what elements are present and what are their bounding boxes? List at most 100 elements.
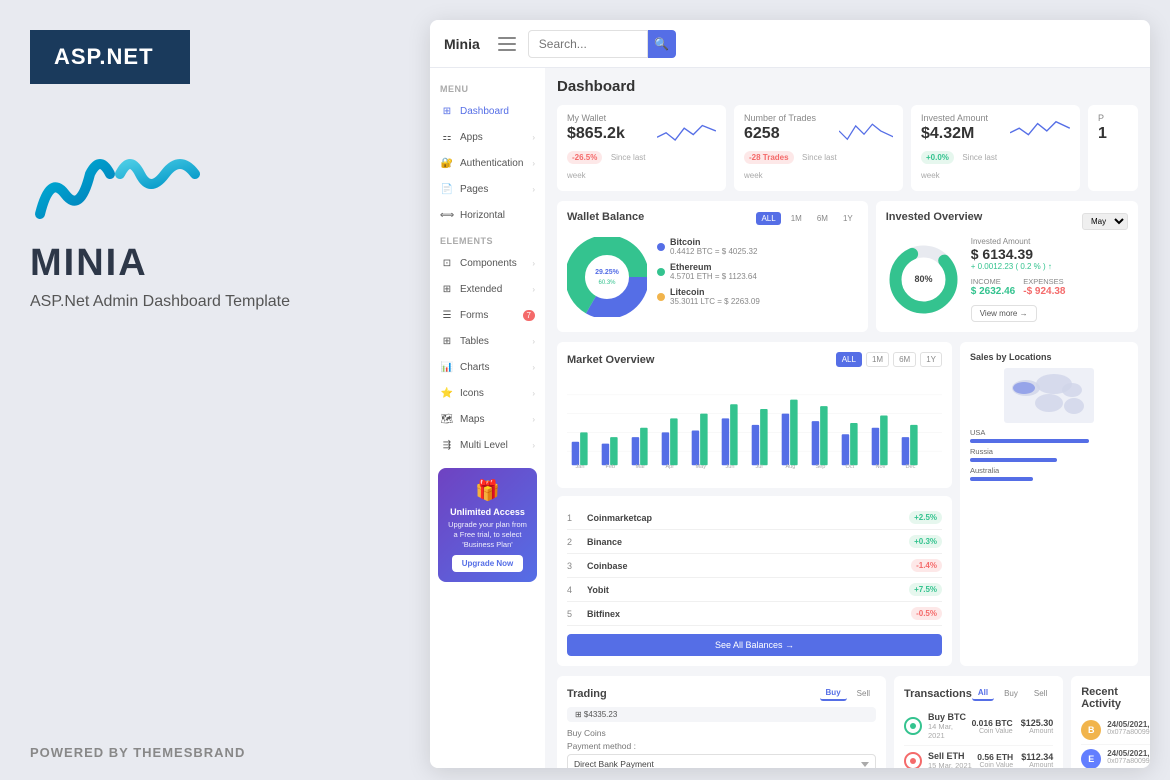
sidebar-item-components[interactable]: ⊡ Components › <box>430 250 545 276</box>
menu-label: Menu <box>430 76 545 98</box>
wallet-balance-title: Wallet Balance <box>567 211 756 223</box>
tx-usd-amounts: $112.34 Amount <box>1021 752 1053 768</box>
sales-location-title: Sales by Locations <box>970 352 1128 362</box>
ethereum-dot <box>657 268 665 276</box>
tx-tab-buy[interactable]: Buy <box>998 686 1024 701</box>
tx-usd: $112.34 <box>1021 752 1053 762</box>
svg-text:Feb: Feb <box>605 464 615 470</box>
maps-label: Maps <box>460 414 532 425</box>
apps-arrow: › <box>532 133 535 142</box>
sidebar-item-extended[interactable]: ⊞ Extended › <box>430 276 545 302</box>
tab-6m[interactable]: 6M <box>812 212 833 225</box>
tab-buy[interactable]: Buy <box>820 686 847 701</box>
tx-usd: $125.30 <box>1021 718 1054 728</box>
location-list: USA Russia Australia <box>970 428 1128 481</box>
date-badge: ⊞ $4335.23 <box>567 707 876 722</box>
svg-text:Oct: Oct <box>845 464 854 470</box>
multilevel-arrow: › <box>532 441 535 450</box>
sidebar-item-dashboard[interactable]: ⊞ Dashboard <box>430 98 545 124</box>
pie-chart: 29.25% 60.3% <box>567 237 647 317</box>
market-tab-1y[interactable]: 1Y <box>920 352 942 367</box>
inv-sub: + 0.0012.23 ( 0.2 % ) ↑ <box>971 262 1128 271</box>
view-more-button[interactable]: View more → <box>971 305 1037 322</box>
multilevel-icon: ⇶ <box>440 438 454 452</box>
payment-label: Payment method : <box>567 741 876 751</box>
market-name: Coinbase <box>587 561 911 571</box>
tx-info: Buy BTC 14 Mar, 2021 <box>928 712 972 740</box>
market-tab-6m[interactable]: 6M <box>893 352 916 367</box>
tab-1m[interactable]: 1M <box>786 212 807 225</box>
tx-type: Sell ETH <box>928 751 977 761</box>
multilevel-label: Multi Level <box>460 440 532 451</box>
svg-text:60.3%: 60.3% <box>598 280 616 286</box>
svg-text:Jun: Jun <box>725 464 734 470</box>
search-input[interactable] <box>528 30 648 58</box>
hamburger-menu[interactable] <box>498 37 516 51</box>
activity-info: 24/05/2021,↑ 0x077a80099e... <box>1107 749 1150 765</box>
market-tab-1m[interactable]: 1M <box>866 352 889 367</box>
tab-sell[interactable]: Sell <box>851 686 876 701</box>
payment-method-select[interactable]: Direct Bank Payment <box>567 754 876 768</box>
location-name: Australia <box>970 466 1128 475</box>
trading-tabs: Buy Sell <box>820 686 876 701</box>
sidebar-item-apps[interactable]: ⚏ Apps › <box>430 124 545 150</box>
tables-arrow: › <box>532 337 535 346</box>
market-list-item: 3 Coinbase -1.4% <box>567 554 942 578</box>
location-bar <box>970 477 1033 481</box>
market-list-item: 5 Bitfinex -0.5% <box>567 602 942 626</box>
tx-date: 15 Mar, 2021 <box>928 761 977 768</box>
world-map <box>970 368 1128 423</box>
transactions-header: Transactions All Buy Sell <box>904 686 1053 701</box>
tab-all[interactable]: ALL <box>756 212 780 225</box>
svg-text:Apr: Apr <box>665 464 674 470</box>
sidebar-item-multilevel[interactable]: ⇶ Multi Level › <box>430 432 545 458</box>
extended-arrow: › <box>532 285 535 294</box>
sidebar-item-forms[interactable]: ☰ Forms 7 <box>430 302 545 328</box>
market-row: Market Overview ALL 1M 6M 1Y <box>557 342 1138 666</box>
dashboard-icon: ⊞ <box>440 104 454 118</box>
auth-icon: 🔐 <box>440 156 454 170</box>
sidebar-item-pages[interactable]: 📄 Pages › <box>430 176 545 202</box>
invested-filter[interactable]: May <box>1082 213 1128 230</box>
invested-info: Invested Amount $ 6134.39 + 0.0012.23 ( … <box>971 237 1128 322</box>
svg-text:Sep: Sep <box>815 464 825 470</box>
expense-item: EXPENSES -$ 924.38 <box>1023 277 1065 297</box>
sidebar-item-auth[interactable]: 🔐 Authentication › <box>430 150 545 176</box>
activity-info: 24/05/2021,↑ 0x077a80099e... <box>1107 720 1150 736</box>
tx-coin-label: Coin Value <box>977 762 1013 768</box>
tab-1y[interactable]: 1Y <box>838 212 858 225</box>
sidebar-item-charts[interactable]: 📊 Charts › <box>430 354 545 380</box>
market-list-card: 1 Coinmarketcap +2.5% 2 Binance +0.3% 3 … <box>557 496 952 666</box>
litecoin-dot <box>657 293 665 301</box>
brand-name: MINIA <box>30 242 390 285</box>
activity-hash: 0x077a80099e... <box>1107 729 1150 736</box>
sidebar-item-tables[interactable]: ⊞ Tables › <box>430 328 545 354</box>
tx-tab-sell[interactable]: Sell <box>1028 686 1053 701</box>
search-button[interactable]: 🔍 <box>648 30 676 58</box>
bottom-row: Trading Buy Sell ⊞ $4335.23 Buy Coins Pa… <box>557 676 1138 768</box>
bitcoin-dot <box>657 243 665 251</box>
location-name: USA <box>970 428 1128 437</box>
recent-activity-card: Recent Activity B 24/05/2021,↑ 0x077a800… <box>1071 676 1150 768</box>
tx-type: Buy BTC <box>928 712 972 722</box>
market-tab-all[interactable]: ALL <box>836 352 862 367</box>
top-bar: Minia 🔍 <box>430 20 1150 68</box>
transactions-tabs: All Buy Sell <box>972 686 1053 701</box>
charts-icon: 📊 <box>440 360 454 374</box>
extended-label: Extended <box>460 284 532 295</box>
wallet-value: $865.2k <box>567 125 657 143</box>
see-all-button[interactable]: See All Balances → <box>567 634 942 656</box>
trades-badge: -28 Trades <box>744 151 794 164</box>
market-name: Yobit <box>587 585 909 595</box>
tx-date: 14 Mar, 2021 <box>928 722 972 740</box>
upgrade-button[interactable]: Upgrade Now <box>452 555 524 572</box>
elements-label: Elements <box>430 228 545 250</box>
inv-amount-value: $ 6134.39 <box>971 246 1128 262</box>
income-expense: INCOME $ 2632.46 EXPENSES -$ 924.38 <box>971 277 1128 297</box>
sidebar-item-icons[interactable]: ⭐ Icons › <box>430 380 545 406</box>
sidebar-item-horizontal[interactable]: ⟺ Horizontal <box>430 202 545 228</box>
location-bar <box>970 439 1089 443</box>
components-arrow: › <box>532 259 535 268</box>
sidebar-item-maps[interactable]: 🗺 Maps › <box>430 406 545 432</box>
tx-tab-all[interactable]: All <box>972 686 994 701</box>
